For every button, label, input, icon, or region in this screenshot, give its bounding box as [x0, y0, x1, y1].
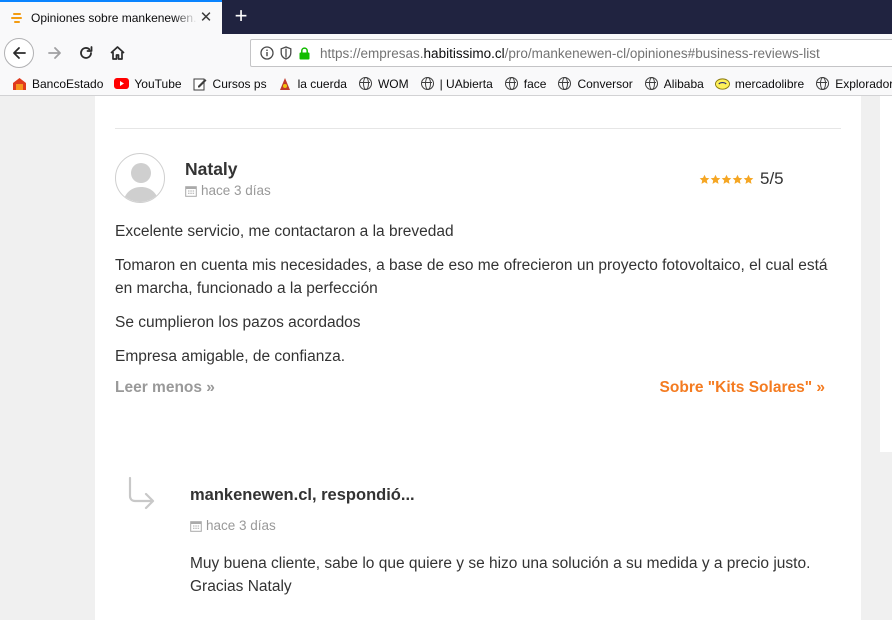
tab-strip: Opiniones sobre mankenewen.cl ✕ + [0, 0, 892, 34]
bookmark-item[interactable]: mercadolibre [714, 76, 805, 91]
review-paragraph: Excelente servicio, me contactaron a la … [115, 223, 454, 240]
bookmark-label: WOM [377, 76, 409, 91]
globe-icon [504, 77, 519, 91]
review-paragraph: Tomaron en cuenta mis necesidades, a bas… [115, 257, 828, 297]
bookmark-label: Cursos ps [212, 76, 267, 91]
bookmark-item[interactable]: la cuerda [278, 77, 347, 91]
rating-text: 5/5 [760, 169, 784, 188]
calendar-icon [190, 520, 202, 532]
forward-arrow-icon [48, 47, 61, 59]
calendar-icon [185, 185, 197, 197]
rating: 5/5 [699, 169, 784, 189]
bookmark-item[interactable]: Explorador [815, 77, 892, 91]
bancoestado-icon [12, 77, 27, 91]
home-icon [109, 46, 125, 60]
navigation-bar: https://empresas.habitissimo.cl/pro/mank… [0, 34, 892, 72]
url-text[interactable]: https://empresas.habitissimo.cl/pro/mank… [320, 46, 820, 61]
reply-date-text: hace 3 días [206, 518, 276, 533]
bookmark-label: face [523, 76, 547, 91]
bookmark-label: YouTube [134, 76, 182, 91]
reload-icon [80, 46, 93, 59]
reply-arrow-icon [128, 476, 155, 510]
globe-icon [420, 77, 435, 91]
lacuerda-icon [278, 77, 293, 91]
bookmark-item[interactable]: | UAbierta [420, 77, 493, 91]
youtube-icon [114, 77, 130, 91]
reply-title: mankenewen.cl, respondió... [190, 486, 415, 504]
review-card: Nataly hace 3 días 5/5 Excelente servici… [95, 96, 861, 620]
reviewer-name: Nataly [185, 159, 238, 179]
url-path: /pro/mankenewen-cl/opiniones#business-re… [504, 45, 820, 61]
bookmark-label: Conversor [577, 76, 633, 91]
divider [115, 128, 841, 129]
reply-text: Muy buena cliente, sabe lo que quiere y … [190, 555, 811, 595]
star-icon [710, 174, 721, 184]
star-icon [732, 174, 743, 184]
tab-active[interactable]: Opiniones sobre mankenewen.cl ✕ [0, 0, 222, 34]
globe-icon [644, 77, 659, 91]
back-arrow-icon [13, 47, 26, 59]
info-icon[interactable] [260, 46, 274, 60]
user-placeholder-icon [123, 163, 159, 202]
url-domain: habitissimo.cl [423, 45, 505, 61]
bookmark-label: mercadolibre [734, 76, 805, 91]
lock-icon[interactable] [299, 46, 310, 60]
review-date-text: hace 3 días [201, 183, 271, 198]
edit-icon [193, 77, 208, 91]
review-date: hace 3 días [185, 183, 271, 198]
back-button[interactable] [4, 38, 34, 68]
bookmark-item[interactable]: Alibaba [644, 77, 704, 91]
star-icon [721, 174, 732, 184]
globe-icon [358, 77, 373, 91]
avatar [115, 153, 165, 203]
habitissimo-favicon-icon [10, 10, 24, 26]
reply-date: hace 3 días [190, 518, 276, 533]
bookmark-label: Explorador [835, 76, 892, 91]
globe-icon [557, 77, 572, 91]
bookmark-label: BancoEstado [32, 76, 104, 91]
bookmark-item[interactable]: Conversor [557, 76, 633, 91]
sidebar-edge [880, 96, 892, 452]
bookmark-item[interactable]: face [504, 76, 547, 91]
tab-title: Opiniones sobre mankenewen.cl [31, 11, 197, 25]
review-paragraph: Se cumplieron los pazos acordados [115, 314, 361, 331]
read-less-link[interactable]: Leer menos » [115, 379, 215, 397]
bookmark-label: la cuerda [297, 76, 347, 91]
bookmark-item[interactable]: WOM [358, 77, 409, 91]
star-icon [743, 174, 754, 184]
bookmarks-toolbar: BancoEstado YouTube Cursos ps la cuerda WOM |… [0, 72, 892, 96]
tab-close-icon[interactable]: ✕ [198, 10, 214, 26]
review-paragraph: Empresa amigable, de confianza. [115, 348, 346, 365]
reload-button[interactable] [71, 38, 101, 68]
bookmark-item[interactable]: YouTube [114, 76, 182, 91]
bookmark-item[interactable]: BancoEstado [12, 77, 103, 91]
kits-solares-link[interactable]: Sobre "Kits Solares" » [660, 379, 825, 397]
bookmark-label: | UAbierta [439, 76, 493, 91]
tracking-shield-icon[interactable] [280, 46, 292, 60]
url-prefix: https://empresas. [320, 45, 424, 61]
bookmark-label: Alibaba [663, 76, 704, 91]
star-icon [699, 174, 710, 184]
new-tab-button[interactable]: + [228, 4, 254, 30]
forward-button[interactable] [40, 38, 70, 68]
review-body: Excelente servicio, me contactaron a la … [115, 220, 845, 379]
home-button[interactable] [102, 38, 132, 68]
address-bar[interactable]: https://empresas.habitissimo.cl/pro/mank… [250, 39, 892, 67]
globe-icon [815, 77, 830, 91]
mercadolibre-icon [714, 77, 730, 91]
rating-stars [699, 174, 754, 185]
page-content: Nataly hace 3 días 5/5 Excelente servici… [0, 96, 892, 620]
bookmark-item[interactable]: Cursos ps [193, 77, 267, 91]
